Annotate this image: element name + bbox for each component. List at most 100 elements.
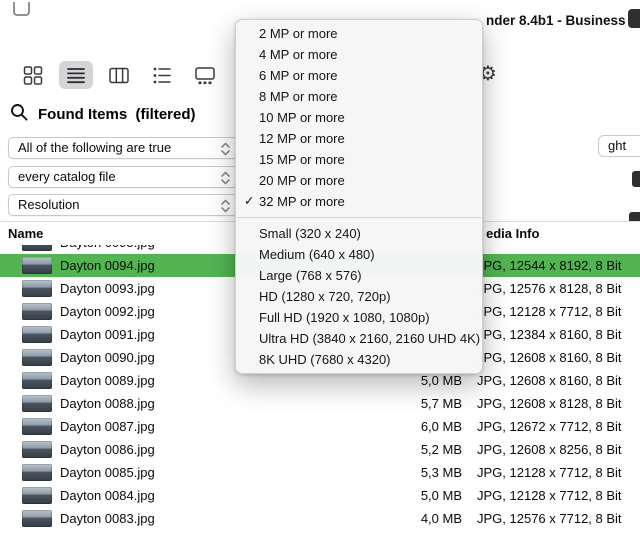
file-thumbnail bbox=[22, 418, 52, 435]
file-size: 5,2 MB bbox=[377, 438, 462, 461]
popup-stepper-icon bbox=[220, 171, 231, 188]
file-media-info: JPG, 12128 x 7712, 8 Bit bbox=[477, 484, 622, 507]
file-thumbnail bbox=[22, 464, 52, 481]
menu-item-6mp[interactable]: 6 MP or more bbox=[236, 65, 482, 86]
menu-separator bbox=[237, 217, 481, 218]
icon-view-button[interactable] bbox=[16, 61, 50, 89]
table-row[interactable]: Dayton 0086.jpg 5,2 MB JPG, 12608 x 8256… bbox=[0, 438, 640, 461]
clipped-dark-button-top[interactable] bbox=[628, 9, 640, 28]
search-icon bbox=[10, 103, 29, 125]
file-media-info: JPG, 12608 x 8256, 8 Bit bbox=[477, 438, 622, 461]
file-media-info: JPG, 12608 x 8128, 8 Bit bbox=[477, 392, 622, 415]
file-thumbnail bbox=[22, 487, 52, 504]
filter-criteria-label: Resolution bbox=[18, 197, 79, 212]
menu-item-8k-uhd[interactable]: 8K UHD (7680 x 4320) bbox=[236, 349, 482, 370]
checkmark-icon: ✓ bbox=[244, 191, 254, 212]
file-name: Dayton 0090.jpg bbox=[60, 346, 155, 369]
file-media-info: JPG, 12576 x 7712, 8 Bit bbox=[477, 507, 622, 530]
file-thumbnail bbox=[22, 349, 52, 366]
table-row[interactable]: Dayton 0084.jpg 5,0 MB JPG, 12128 x 7712… bbox=[0, 484, 640, 507]
menu-item-4mp[interactable]: 4 MP or more bbox=[236, 44, 482, 65]
gallery-view-icon bbox=[195, 66, 215, 85]
menu-item-32mp-checked[interactable]: ✓ 32 MP or more bbox=[236, 191, 482, 212]
menu-item-ultra-hd[interactable]: Ultra HD (3840 x 2160, 2160 UHD 4K) bbox=[236, 328, 482, 349]
file-thumbnail bbox=[22, 257, 52, 274]
table-row[interactable]: Dayton 0085.jpg 5,3 MB JPG, 12128 x 7712… bbox=[0, 461, 640, 484]
file-size: 6,0 MB bbox=[377, 415, 462, 438]
file-media-info: JPG, 12128 x 7712, 8 Bit bbox=[477, 461, 622, 484]
file-name: Dayton 0084.jpg bbox=[60, 484, 155, 507]
table-row[interactable]: Dayton 0088.jpg 5,7 MB JPG, 12608 x 8128… bbox=[0, 392, 640, 415]
column-header-media-info[interactable]: edia Info bbox=[486, 222, 539, 245]
found-items-header: Found Items (filtered) bbox=[10, 103, 196, 125]
file-name: Dayton 0095.jpg bbox=[60, 245, 155, 254]
file-name: Dayton 0088.jpg bbox=[60, 392, 155, 415]
table-row[interactable]: Dayton 0083.jpg 4,0 MB JPG, 12576 x 7712… bbox=[0, 507, 640, 530]
file-size: 5,3 MB bbox=[377, 461, 462, 484]
file-name: Dayton 0092.jpg bbox=[60, 300, 155, 323]
filter-scope-label: every catalog file bbox=[18, 169, 116, 184]
filter-match-label: All of the following are true bbox=[18, 140, 171, 155]
menu-item-8mp[interactable]: 8 MP or more bbox=[236, 86, 482, 107]
menu-item-2mp[interactable]: 2 MP or more bbox=[236, 23, 482, 44]
file-thumbnail bbox=[22, 303, 52, 320]
clipped-dark-button-mid[interactable] bbox=[632, 171, 640, 187]
list-view-icon bbox=[66, 66, 86, 85]
menu-item-full-hd[interactable]: Full HD (1920 x 1080, 1080p) bbox=[236, 307, 482, 328]
file-media-info: JPG, 12576 x 8128, 8 Bit bbox=[477, 277, 622, 300]
page-title: Found Items (filtered) bbox=[38, 106, 196, 123]
view-toolbar bbox=[16, 61, 222, 89]
file-media-info: JPG, 12544 x 8192, 8 Bit bbox=[477, 254, 622, 277]
file-name: Dayton 0085.jpg bbox=[60, 461, 155, 484]
menu-item-15mp[interactable]: 15 MP or more bbox=[236, 149, 482, 170]
filter-match-popup[interactable]: All of the following are true bbox=[8, 137, 238, 159]
file-name: Dayton 0083.jpg bbox=[60, 507, 155, 530]
menu-item-hd[interactable]: HD (1280 x 720, 720p) bbox=[236, 286, 482, 307]
file-name: Dayton 0094.jpg bbox=[60, 254, 155, 277]
menu-item-12mp[interactable]: 12 MP or more bbox=[236, 128, 482, 149]
grid-view-icon bbox=[23, 66, 43, 85]
file-thumbnail bbox=[22, 441, 52, 458]
gallery-view-button[interactable] bbox=[188, 61, 222, 89]
clipped-light-button[interactable]: ght bbox=[598, 135, 640, 157]
menu-item-medium[interactable]: Medium (640 x 480) bbox=[236, 244, 482, 265]
file-name: Dayton 0086.jpg bbox=[60, 438, 155, 461]
file-thumbnail bbox=[22, 510, 52, 527]
file-thumbnail bbox=[22, 326, 52, 343]
file-media-info: JPG, 12128 x 7712, 8 Bit bbox=[477, 300, 622, 323]
popup-stepper-icon bbox=[220, 142, 231, 159]
resolution-dropdown-menu: 2 MP or more 4 MP or more 6 MP or more 8… bbox=[235, 19, 483, 374]
column-header-name[interactable]: Name bbox=[8, 222, 43, 245]
file-name: Dayton 0091.jpg bbox=[60, 323, 155, 346]
file-media-info: JPG, 12608 x 8160, 8 Bit bbox=[477, 346, 622, 369]
file-name: Dayton 0089.jpg bbox=[60, 369, 155, 392]
file-media-info: JPG, 12384 x 8160, 8 Bit bbox=[477, 323, 622, 346]
file-size: 5,7 MB bbox=[377, 392, 462, 415]
file-thumbnail bbox=[22, 245, 52, 251]
file-thumbnail bbox=[22, 372, 52, 389]
column-view-icon bbox=[109, 66, 129, 85]
table-row[interactable]: Dayton 0087.jpg 6,0 MB JPG, 12672 x 7712… bbox=[0, 415, 640, 438]
popup-stepper-icon bbox=[220, 199, 231, 216]
file-thumbnail bbox=[22, 395, 52, 412]
clipped-toolbar-icon bbox=[13, 2, 31, 21]
filter-criteria-popup[interactable]: Resolution bbox=[8, 194, 238, 216]
file-size: 4,0 MB bbox=[377, 507, 462, 530]
column-view-button[interactable] bbox=[102, 61, 136, 89]
file-thumbnail bbox=[22, 280, 52, 297]
menu-item-small[interactable]: Small (320 x 240) bbox=[236, 223, 482, 244]
file-name: Dayton 0093.jpg bbox=[60, 277, 155, 300]
menu-item-large[interactable]: Large (768 x 576) bbox=[236, 265, 482, 286]
file-name: Dayton 0087.jpg bbox=[60, 415, 155, 438]
file-size: 5,0 MB bbox=[377, 484, 462, 507]
filter-scope-popup[interactable]: every catalog file bbox=[8, 166, 238, 188]
file-media-info: JPG, 12608 x 8160, 8 Bit bbox=[477, 369, 622, 392]
group-list-view-button[interactable] bbox=[145, 61, 179, 89]
file-media-info: JPG, 12672 x 7712, 8 Bit bbox=[477, 415, 622, 438]
neofinder-window: nder 8.4b1 - Business L bbox=[0, 0, 640, 533]
menu-item-10mp[interactable]: 10 MP or more bbox=[236, 107, 482, 128]
group-list-view-icon bbox=[152, 66, 172, 85]
list-view-button[interactable] bbox=[59, 61, 93, 89]
window-title: nder 8.4b1 - Business L bbox=[486, 13, 640, 31]
menu-item-20mp[interactable]: 20 MP or more bbox=[236, 170, 482, 191]
